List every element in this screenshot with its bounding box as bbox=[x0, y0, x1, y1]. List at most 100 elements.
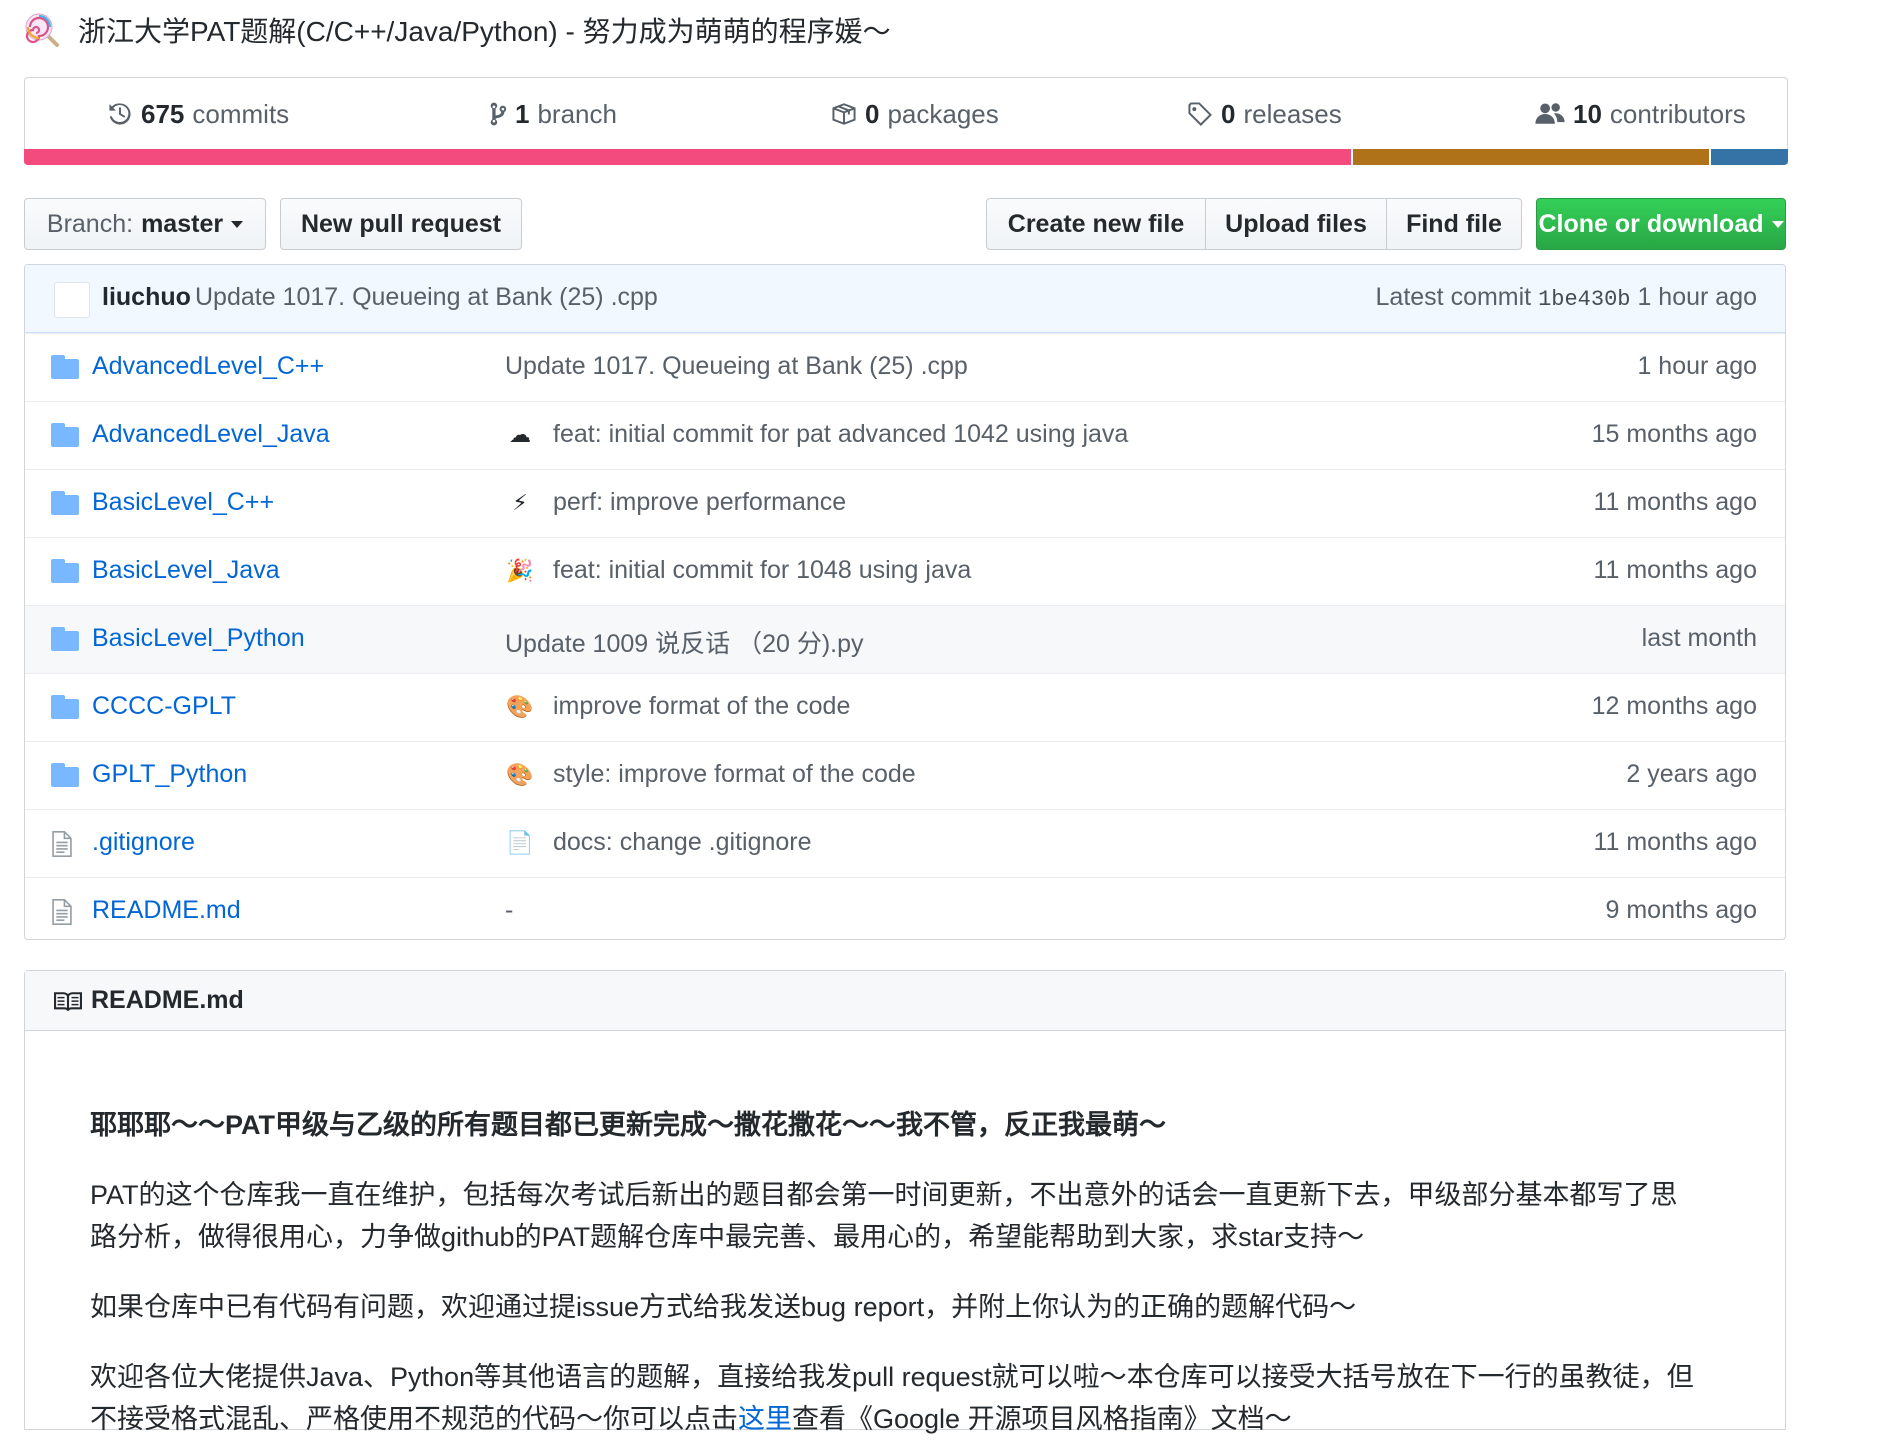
readme-header: README.md bbox=[25, 971, 1785, 1031]
commit-emoji-icon: 📄 bbox=[506, 830, 534, 855]
file-row: BasicLevel_C++ ⚡ perf: improve performance… bbox=[25, 469, 1785, 537]
people-icon bbox=[1535, 103, 1565, 124]
avatar[interactable] bbox=[54, 282, 90, 318]
package-icon bbox=[832, 103, 856, 125]
latest-commit-info: Latest commit 1be430b 1 hour ago bbox=[1375, 283, 1757, 312]
file-commit-age: 2 years ago bbox=[1626, 760, 1757, 788]
readme-paragraph-1: 耶耶耶～～PAT甲级与乙级的所有题目都已更新完成～撒花撒花～～我不管，反正我最萌… bbox=[90, 1110, 1166, 1140]
caret-down-icon bbox=[1771, 220, 1784, 228]
readme-paragraph-4: 欢迎各位大佬提供Java、Python等其他语言的题解，直接给我发pull re… bbox=[90, 1362, 1694, 1434]
file-row: .gitignore 📄 docs: change .gitignore 11 mon… bbox=[25, 809, 1785, 877]
create-new-file-button[interactable]: Create new file bbox=[986, 198, 1206, 250]
repo-header: 浙江大学PAT题解(C/C++/Java/Python) - 努力成为萌萌的程序… bbox=[24, 8, 891, 52]
file-commit-message[interactable]: feat: initial commit for 1048 using java bbox=[553, 556, 971, 585]
file-row: BasicLevel_Python Update 1009 说反话 （20 分).… bbox=[25, 605, 1785, 673]
folder-icon bbox=[51, 423, 79, 447]
language-segment[interactable] bbox=[24, 149, 1352, 165]
folder-icon bbox=[51, 695, 79, 719]
commit-author[interactable]: liuchuo bbox=[102, 283, 191, 312]
file-commit-message[interactable]: Update 1017. Queueing at Bank (25) .cpp bbox=[505, 352, 968, 381]
folder-icon bbox=[51, 559, 79, 583]
file-commit-age: 11 months ago bbox=[1593, 556, 1757, 584]
file-commit-age: 1 hour ago bbox=[1637, 352, 1757, 380]
commit-sha[interactable]: 1be430b bbox=[1538, 287, 1630, 312]
tag-icon bbox=[1188, 102, 1212, 126]
file-commit-message[interactable]: feat: initial commit for pat advanced 10… bbox=[553, 420, 1128, 449]
readme-paragraph-3: 如果仓库中已有代码有问题，欢迎通过提issue方式给我发送bug report，… bbox=[90, 1292, 1357, 1322]
readme-paragraph-2: PAT的这个仓库我一直在维护，包括每次考试后新出的题目都会第一时间更新，不出意外… bbox=[90, 1180, 1678, 1252]
commit-emoji-icon: ☁ bbox=[509, 422, 531, 447]
folder-icon bbox=[51, 355, 79, 386]
book-icon bbox=[54, 992, 82, 1011]
file-icon bbox=[51, 831, 73, 864]
branch-select-button[interactable]: Branch: master bbox=[24, 198, 266, 250]
language-bar[interactable] bbox=[24, 149, 1788, 165]
file-name-link[interactable]: AdvancedLevel_C++ bbox=[92, 352, 324, 381]
file-row: AdvancedLevel_Java ☁ feat: initial commit … bbox=[25, 401, 1785, 469]
commit-emoji-icon: 🎉 bbox=[506, 558, 534, 583]
file-commit-age: 11 months ago bbox=[1593, 488, 1757, 516]
file-name-link[interactable]: BasicLevel_Java bbox=[92, 556, 280, 585]
upload-files-button[interactable]: Upload files bbox=[1205, 198, 1387, 250]
file-icon bbox=[52, 899, 72, 925]
folder-icon bbox=[51, 695, 79, 726]
lollipop-icon bbox=[25, 13, 59, 47]
folder-icon bbox=[51, 355, 79, 379]
file-commit-age: 9 months ago bbox=[1605, 896, 1758, 924]
file-row: BasicLevel_Java 🎉 feat: initial commit for… bbox=[25, 537, 1785, 605]
commits-link[interactable]: 675 commits bbox=[107, 78, 289, 150]
style-guide-link[interactable]: 这里 bbox=[738, 1404, 792, 1434]
folder-icon bbox=[51, 491, 79, 522]
file-row: CCCC-GPLT 🎨 improve format of the code 12 m… bbox=[25, 673, 1785, 741]
file-commit-age: 12 months ago bbox=[1591, 692, 1757, 720]
file-browser: liuchuo Update 1017. Queueing at Bank (2… bbox=[24, 264, 1786, 940]
find-file-button[interactable]: Find file bbox=[1386, 198, 1522, 250]
file-name-link[interactable]: .gitignore bbox=[92, 828, 195, 857]
commit-message[interactable]: Update 1017. Queueing at Bank (25) .cpp bbox=[195, 283, 658, 312]
commit-emoji-icon: ⚡ bbox=[512, 490, 528, 515]
new-pull-request-button[interactable]: New pull request bbox=[280, 198, 522, 250]
language-segment[interactable] bbox=[1708, 149, 1788, 165]
file-row: AdvancedLevel_C++ Update 1017. Queueing a… bbox=[25, 333, 1785, 401]
file-name-link[interactable]: BasicLevel_C++ bbox=[92, 488, 274, 517]
commit-age: 1 hour ago bbox=[1637, 283, 1757, 311]
file-icon bbox=[52, 831, 72, 857]
file-commit-message[interactable]: perf: improve performance bbox=[553, 488, 846, 517]
file-name-link[interactable]: GPLT_Python bbox=[92, 760, 247, 789]
clone-or-download-button[interactable]: Clone or download bbox=[1536, 198, 1786, 250]
folder-icon bbox=[51, 763, 79, 787]
folder-icon bbox=[51, 763, 79, 794]
file-commit-message[interactable]: improve format of the code bbox=[553, 692, 850, 721]
commit-emoji-icon: 🎨 bbox=[506, 762, 534, 787]
file-name-link[interactable]: AdvancedLevel_Java bbox=[92, 420, 330, 449]
file-row: README.md - 9 months ago bbox=[25, 877, 1785, 939]
commit-emoji-icon: 🎨 bbox=[506, 694, 534, 719]
file-row: GPLT_Python 🎨 style: improve format of the… bbox=[25, 741, 1785, 809]
file-name-link[interactable]: BasicLevel_Python bbox=[92, 624, 305, 653]
folder-icon bbox=[51, 491, 79, 515]
file-name-link[interactable]: CCCC-GPLT bbox=[92, 692, 236, 721]
file-commit-message[interactable]: docs: change .gitignore bbox=[553, 828, 812, 857]
file-commit-message[interactable]: style: improve format of the code bbox=[553, 760, 916, 789]
repo-description: 浙江大学PAT题解(C/C++/Java/Python) - 努力成为萌萌的程序… bbox=[78, 16, 891, 47]
caret-down-icon bbox=[231, 220, 244, 228]
language-segment[interactable] bbox=[1351, 149, 1709, 165]
branches-link[interactable]: 1 branch bbox=[489, 78, 617, 150]
file-icon bbox=[51, 899, 73, 932]
history-icon bbox=[109, 103, 131, 125]
branch-icon bbox=[490, 102, 507, 126]
file-commit-age: last month bbox=[1641, 624, 1757, 652]
folder-icon bbox=[51, 627, 79, 651]
latest-commit-bar: liuchuo Update 1017. Queueing at Bank (2… bbox=[25, 265, 1785, 333]
file-name-link[interactable]: README.md bbox=[92, 896, 241, 925]
file-commit-message[interactable]: - bbox=[505, 896, 513, 925]
packages-link[interactable]: 0 packages bbox=[831, 78, 999, 150]
file-commit-age: 15 months ago bbox=[1591, 420, 1757, 448]
folder-icon bbox=[51, 423, 79, 454]
readme-title: README.md bbox=[91, 986, 244, 1014]
file-commit-age: 11 months ago bbox=[1593, 828, 1757, 856]
releases-link[interactable]: 0 releases bbox=[1187, 78, 1342, 150]
contributors-link[interactable]: 10 contributors bbox=[1535, 78, 1746, 150]
file-commit-message[interactable]: Update 1009 说反话 （20 分).py bbox=[505, 624, 864, 660]
folder-icon bbox=[51, 559, 79, 590]
